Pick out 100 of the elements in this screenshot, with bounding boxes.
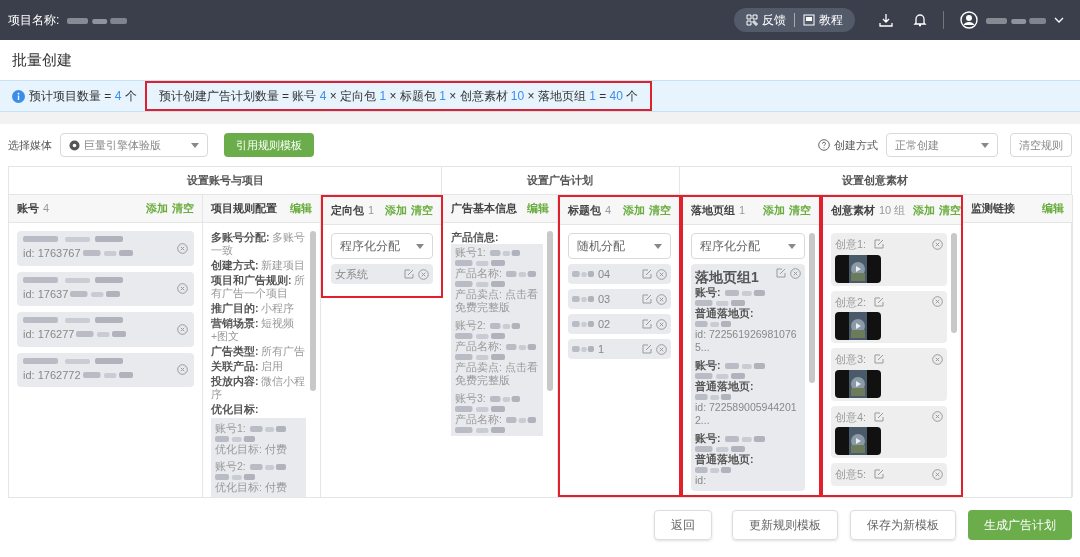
apply-template-button[interactable]: 引用规则模板 (224, 133, 314, 157)
remove-icon[interactable] (932, 238, 943, 250)
account-id: id: 1763767 (23, 246, 81, 261)
qr-code-icon (746, 14, 758, 26)
column-action-link[interactable]: 清空 (939, 202, 962, 219)
remove-icon[interactable] (177, 242, 188, 254)
column-action-link[interactable]: 清空 (172, 200, 194, 217)
blurred-text-drawing (76, 330, 127, 339)
help-icon[interactable] (818, 139, 830, 151)
account-label: 账号1: (215, 422, 246, 435)
column-action-link[interactable]: 清空 (649, 202, 671, 219)
footer-button[interactable]: 生成广告计划 (968, 510, 1072, 540)
edit-icon[interactable] (874, 296, 885, 307)
remove-icon[interactable] (656, 343, 667, 355)
blurred-text-drawing (986, 16, 1046, 25)
goal-text: 优化目标: 付费 (215, 481, 288, 494)
blurred-text-drawing (67, 16, 128, 25)
download-icon[interactable] (879, 13, 893, 27)
chevron-down-icon[interactable] (1054, 17, 1064, 23)
blurred-text-drawing (489, 248, 520, 257)
column-action-link[interactable]: 添加 (763, 202, 785, 219)
edit-icon[interactable] (642, 269, 652, 279)
edit-icon[interactable] (776, 268, 786, 278)
remove-icon[interactable] (418, 268, 429, 280)
blurred-text-drawing (724, 361, 765, 370)
scrollbar[interactable] (809, 233, 815, 383)
column-action-link[interactable]: 添加 (623, 202, 645, 219)
remove-icon[interactable] (656, 293, 667, 305)
creative-label: 创意2: (835, 294, 867, 310)
blurred-text-drawing (505, 269, 536, 278)
rule-field: 投放内容: 微信小程序 (211, 375, 306, 401)
column-action-link[interactable]: 编辑 (1042, 200, 1064, 217)
edit-icon[interactable] (874, 469, 885, 480)
rule-field: 营销场景: 短视频+图文 (211, 317, 306, 343)
column-action-link[interactable]: 添加 (146, 200, 168, 217)
footer-button[interactable]: 保存为新模板 (850, 510, 956, 540)
scrollbar[interactable] (310, 231, 316, 391)
footer-button[interactable]: 返回 (654, 510, 712, 540)
edit-icon[interactable] (642, 319, 652, 329)
landing-page-id: id: (695, 474, 708, 487)
media-select[interactable]: 巨量引擎体验版 (60, 133, 208, 157)
landing-page-id: id: 7225619269810765... (695, 328, 798, 354)
column-action-link[interactable]: 编辑 (290, 200, 312, 217)
edit-icon[interactable] (874, 411, 885, 422)
edit-icon[interactable] (642, 294, 652, 304)
column-action-link[interactable]: 添加 (385, 202, 407, 219)
scrollbar[interactable] (951, 233, 957, 333)
column-action-link[interactable]: 编辑 (527, 200, 549, 217)
column-action-link[interactable]: 清空 (411, 202, 433, 219)
blurred-text-drawing (455, 426, 505, 434)
column-title: 标题包 (568, 203, 601, 219)
blurred-text-drawing (249, 424, 286, 433)
footer-button[interactable]: 更新规则模板 (732, 510, 838, 540)
edit-icon[interactable] (874, 239, 885, 250)
blurred-text-drawing (724, 434, 765, 443)
remove-icon[interactable] (177, 323, 188, 335)
landing-page-id: id: 7225890059442012... (695, 401, 798, 427)
remove-icon[interactable] (177, 283, 188, 295)
caret-icon (981, 142, 989, 148)
column-title: 项目规则配置 (211, 201, 277, 217)
blurred-text-drawing (489, 321, 520, 330)
clear-rules-button[interactable]: 清空规则 (1010, 133, 1072, 157)
remove-icon[interactable] (177, 364, 188, 376)
column-count: 4 (43, 201, 50, 217)
account-id: id: 17637 (23, 286, 69, 302)
bell-icon[interactable] (913, 13, 927, 27)
column-count: 1 (739, 203, 746, 219)
column-action-link[interactable]: 添加 (913, 202, 936, 219)
column-count: 10 组 (879, 203, 906, 219)
remove-icon[interactable] (790, 268, 801, 279)
remove-icon[interactable] (932, 296, 943, 308)
allocation-select[interactable]: 随机分配 (568, 233, 671, 259)
allocation-select[interactable]: 程序化分配 (331, 233, 433, 259)
page-title: 批量创建 (12, 49, 72, 70)
caret-icon (788, 243, 796, 249)
blurred-text-drawing (249, 462, 286, 471)
avatar-icon[interactable] (960, 11, 978, 29)
edit-icon[interactable] (642, 344, 652, 354)
tutorial-button[interactable]: 教程 (803, 11, 843, 29)
feedback-button[interactable]: 反馈 (746, 11, 786, 29)
account-id: id: 176277 (23, 327, 75, 342)
edit-icon[interactable] (874, 354, 885, 365)
allocation-select[interactable]: 程序化分配 (691, 233, 805, 259)
remove-icon[interactable] (932, 411, 943, 423)
remove-icon[interactable] (656, 268, 667, 280)
mode-select[interactable]: 正常创建 (886, 133, 998, 157)
info-heading: 产品信息: (451, 231, 500, 244)
column-action-link[interactable]: 清空 (789, 202, 811, 219)
edit-icon[interactable] (404, 269, 414, 279)
item-label: 04 (598, 266, 612, 282)
info-line: 产品卖点: 点击看免费完整版 (455, 288, 539, 314)
creative-label: 创意4: (835, 409, 867, 425)
creative-label: 创意5: (835, 467, 867, 482)
remove-icon[interactable] (932, 468, 943, 480)
remove-icon[interactable] (656, 318, 667, 330)
remove-icon[interactable] (932, 353, 943, 365)
info-icon (12, 89, 25, 103)
account-id: id: 1762772 (23, 367, 81, 383)
scrollbar[interactable] (547, 231, 553, 391)
account-label: 账号: (695, 432, 721, 445)
